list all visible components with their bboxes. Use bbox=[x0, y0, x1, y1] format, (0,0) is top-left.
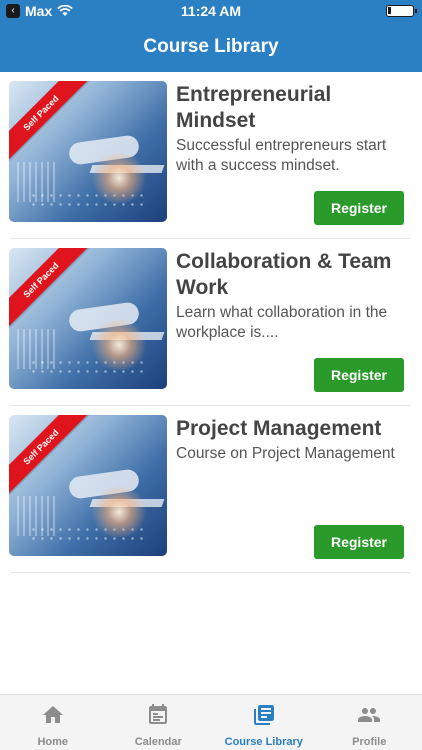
tab-calendar[interactable]: Calendar bbox=[106, 695, 212, 750]
tab-course-library[interactable]: Course Library bbox=[211, 695, 317, 750]
course-thumbnail[interactable]: Self Paced bbox=[9, 248, 167, 389]
course-title[interactable]: Collaboration & Team Work bbox=[176, 249, 408, 301]
course-card[interactable]: Self Paced Entrepreneurial Mindset Succe… bbox=[0, 72, 422, 239]
people-icon bbox=[358, 708, 381, 722]
self-paced-ribbon: Self Paced bbox=[9, 248, 91, 330]
course-thumbnail[interactable]: Self Paced bbox=[9, 81, 167, 222]
course-title[interactable]: Entrepreneurial Mindset bbox=[176, 82, 408, 134]
status-time: 11:24 AM bbox=[180, 3, 242, 19]
course-title[interactable]: Project Management bbox=[176, 416, 408, 442]
course-description: Successful entrepreneurs start with a su… bbox=[176, 137, 387, 174]
library-icon bbox=[253, 705, 274, 725]
course-description: Course on Project Management bbox=[176, 445, 395, 462]
status-bar: ‹ Max 11:24 AM bbox=[0, 0, 422, 22]
tab-label: Calendar bbox=[134, 736, 182, 748]
course-description: Learn what collaboration in the workplac… bbox=[176, 304, 388, 341]
course-thumbnail[interactable]: Self Paced bbox=[9, 415, 167, 556]
tab-bar: Home Calendar Course Library Profile bbox=[0, 694, 422, 750]
tab-profile[interactable]: Profile bbox=[317, 695, 422, 750]
battery-level bbox=[388, 7, 391, 14]
course-card[interactable]: Self Paced Project Management Course on … bbox=[0, 406, 422, 573]
register-button[interactable]: Register bbox=[314, 525, 404, 559]
tab-home[interactable]: Home bbox=[0, 695, 106, 750]
home-icon bbox=[42, 706, 63, 723]
battery-icon bbox=[386, 5, 417, 17]
register-button[interactable]: Register bbox=[314, 358, 404, 392]
calendar-icon bbox=[149, 704, 168, 724]
tab-label: Profile bbox=[352, 736, 387, 748]
tab-label: Course Library bbox=[224, 736, 303, 748]
course-card[interactable]: Self Paced Collaboration & Team Work Lea… bbox=[0, 239, 422, 406]
divider bbox=[10, 572, 410, 573]
page-title: Course Library bbox=[0, 22, 422, 72]
tab-label: Home bbox=[37, 736, 69, 748]
self-paced-ribbon: Self Paced bbox=[9, 81, 91, 163]
self-paced-ribbon: Self Paced bbox=[9, 415, 91, 497]
register-button[interactable]: Register bbox=[314, 191, 404, 225]
